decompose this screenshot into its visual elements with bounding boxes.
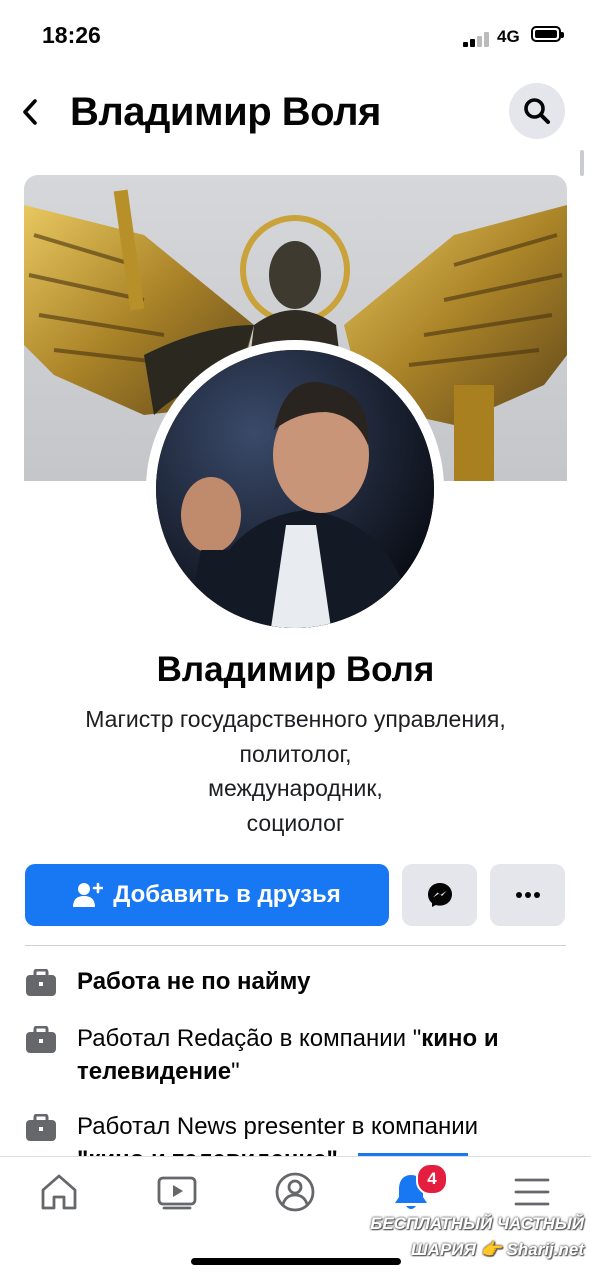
watermark-line: БЕСПЛАТНЫЙ ЧАСТНЫЙ xyxy=(370,1214,584,1233)
tab-watch[interactable] xyxy=(132,1157,222,1227)
search-icon xyxy=(524,98,550,124)
info-item-work: Работал Redação в компании "кино и телев… xyxy=(25,1022,566,1092)
video-icon xyxy=(157,1176,197,1210)
tab-home[interactable] xyxy=(14,1157,104,1227)
briefcase-icon xyxy=(26,1114,56,1141)
message-button[interactable] xyxy=(402,864,477,926)
notification-badge: 4 xyxy=(416,1163,448,1195)
back-button[interactable] xyxy=(14,88,46,136)
info-text: Работал News presenter в компании"кино и… xyxy=(77,1113,479,1156)
page-title: Владимир Воля xyxy=(70,90,381,134)
bio-line: социолог xyxy=(246,809,345,836)
info-text: Работа не по найму xyxy=(77,968,311,995)
add-friend-icon xyxy=(73,882,104,907)
more-button[interactable] xyxy=(490,864,565,926)
bio-line: международник, xyxy=(208,775,383,801)
info-text: Работал Redação в компании "кино и телев… xyxy=(77,1025,499,1085)
battery-icon xyxy=(531,26,564,42)
bio-line: политолог, xyxy=(239,740,352,767)
page-header: Владимир Воля xyxy=(0,80,591,144)
section-divider xyxy=(25,945,566,946)
network-type: 4G xyxy=(497,27,520,46)
bio-line: Магистр государственного управления, xyxy=(85,706,506,732)
messenger-icon xyxy=(427,883,452,907)
profile-bio: Магистр государственного управления, пол… xyxy=(20,702,571,840)
signal-icon xyxy=(463,31,491,47)
more-icon xyxy=(515,892,540,898)
avatar[interactable] xyxy=(156,350,434,628)
profile-icon xyxy=(275,1172,315,1212)
add-friend-button[interactable]: Добавить в друзья xyxy=(25,864,389,926)
profile-name: Владимир Воля xyxy=(156,650,435,689)
watermark-line: ШАРИЯ 👉 Sharij.net xyxy=(411,1240,584,1259)
status-bar: 18:26 4G xyxy=(0,0,591,70)
search-button[interactable] xyxy=(509,83,565,139)
tab-profile[interactable] xyxy=(250,1157,340,1227)
home-icon xyxy=(41,1174,77,1210)
info-item-work: Работа не по найму xyxy=(25,965,566,1001)
chevron-left-icon xyxy=(23,99,37,125)
briefcase-icon xyxy=(26,969,56,996)
briefcase-icon xyxy=(26,1026,56,1053)
add-friend-label: Добавить в друзья xyxy=(113,881,341,908)
status-time: 18:26 xyxy=(42,22,101,48)
menu-icon xyxy=(514,1178,550,1206)
scroll-indicator xyxy=(580,150,584,176)
home-indicator xyxy=(191,1258,401,1265)
info-item-work: Работал News presenter в компании"кино и… xyxy=(25,1110,566,1156)
